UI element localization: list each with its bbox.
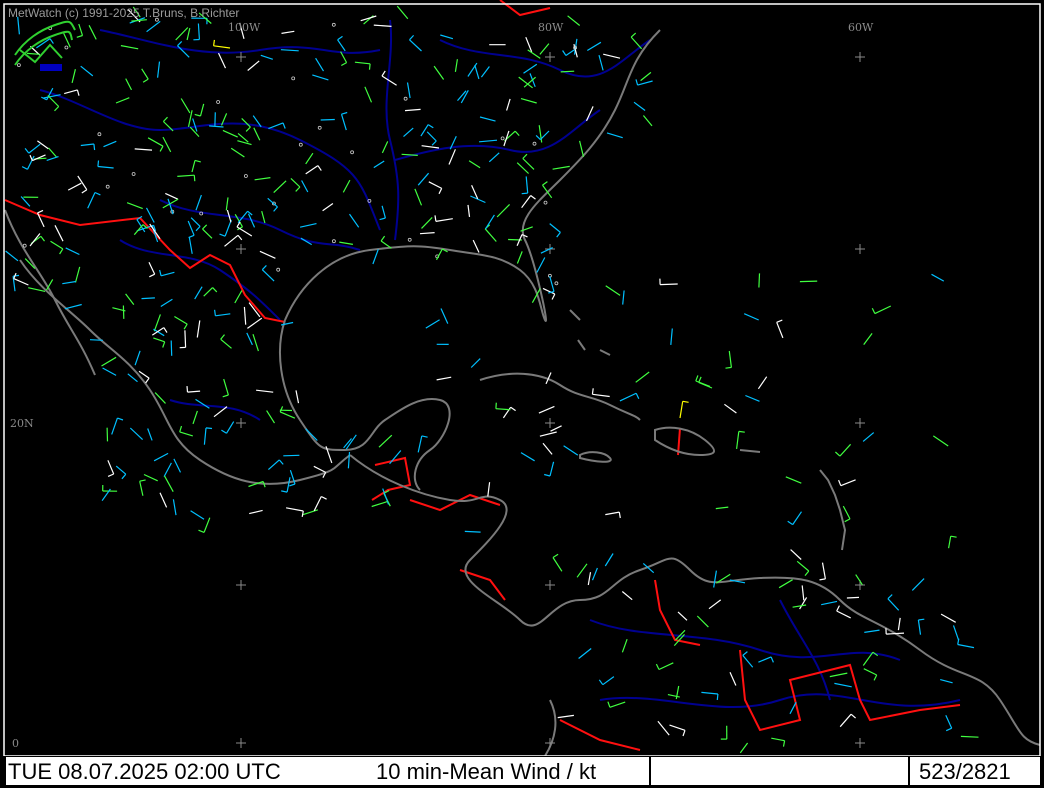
wind-barb-flag [918,618,925,621]
wind-barb [89,339,103,341]
map-canvas[interactable] [0,0,1044,756]
weather-map[interactable]: MetWatch (c) 1991-2025 T.Bruns, B.Richte… [0,0,1044,788]
wind-barb [464,530,481,533]
station-count-label: 523/2821 [919,759,1011,784]
copyright-text: MetWatch (c) 1991-2025 T.Bruns, B.Richte… [8,6,240,20]
wind-barb-flag [186,386,189,393]
grid-label-80w: 80W [538,21,564,34]
wind-barb [846,596,860,599]
parameter-label: 10 min-Mean Wind / kt [376,759,597,784]
wind-barb-flag [214,309,216,316]
wind-barb-flag [213,39,215,46]
status-separator-2 [908,757,910,785]
wind-barb-flag [591,388,594,395]
wind-barb [560,70,575,73]
wind-barb-flag [368,63,371,70]
status-bar: TUE 08.07.2025 02:00 UTC 10 min-Mean Win… [5,756,1041,786]
wind-barb [283,454,300,457]
wind-barb [320,118,335,121]
wind-barb [960,735,979,738]
wind-barb-flag [93,143,96,151]
wind-barb [184,330,187,348]
wind-barb [170,340,173,356]
wind-barb-flag [13,274,20,277]
grid-label-100w: 100W [228,21,261,34]
wind-barb [799,280,818,283]
grid-label-0: 0 [12,737,19,750]
wind-barb-flag [738,430,745,433]
map-background [0,0,1044,756]
wind-barb-flag [193,175,196,182]
wind-barb-flag [716,693,719,701]
wind-barb-flag [205,427,213,430]
wind-barb [758,273,761,288]
datetime-label: TUE 08.07.2025 02:00 UTC [8,759,281,784]
wind-barb-flag [725,366,732,369]
wind-barb-flag [97,160,100,167]
status-separator-1 [649,757,651,785]
wind-barb [141,297,155,300]
wind-barb-flag [521,192,528,195]
grid-label-20n: 20N [10,417,34,430]
wind-barb [660,283,678,286]
grid-label-60w: 60W [848,21,874,34]
